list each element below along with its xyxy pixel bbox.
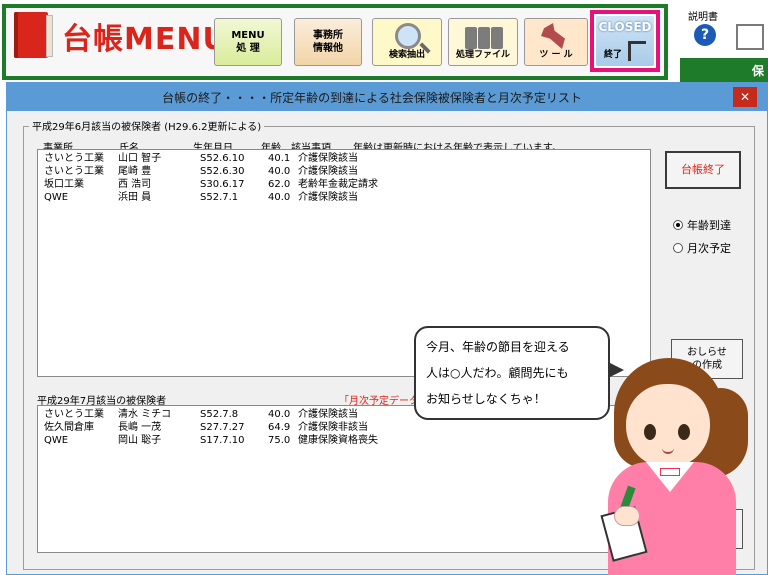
cell-birth: S52.6.30 [200,166,245,177]
cell-matter: 介護保険該当 [298,192,358,203]
speech-line-1: 今月、年齢の節目を迎える [426,340,570,354]
closed-text: CLOSED [598,20,652,34]
close-button[interactable]: ✕ [733,87,757,107]
cell-office: さいとう工業 [44,153,104,164]
radio-selected-icon [673,220,683,230]
radio-monthly-schedule[interactable]: 月次予定 [673,240,731,256]
tools-icon [541,23,565,49]
cell-age: 40.0 [268,409,291,420]
table-row[interactable]: QWE 岡山 聡子 S17.7.10 75.0 健康保険資格喪失 [38,434,650,447]
calendar-icon[interactable] [736,24,764,50]
ledger-book-icon [14,12,53,58]
cell-name: 尾崎 豊 [118,166,152,177]
cell-name: 山口 智子 [118,153,162,164]
exit-door-icon [628,41,646,61]
cell-age: 40.0 [268,192,291,203]
right-strip: 保 [680,58,768,82]
july-insured-list[interactable]: さいとう工業 清水 ミチコ S52.7.8 40.0 介護保険該当 佐久間倉庫 … [37,405,651,553]
radio-monthly-label: 月次予定 [687,242,731,255]
speech-line-2: 人は○人だわ。顧問先にも [426,366,569,380]
mascot-right-eye [678,424,690,440]
cell-birth: S17.7.10 [200,435,245,446]
table-row[interactable]: さいとう工業 尾崎 豊 S52.6.30 40.0 介護保険該当 [38,165,650,178]
end-ledger-button[interactable]: 台帳終了 [665,151,741,189]
cell-age: 75.0 [268,435,291,446]
manual-label: 説明書 [688,12,718,23]
exit-label: 終了 [604,50,623,60]
cell-birth: S52.6.10 [200,153,245,164]
app-title: 台帳MENU [62,22,228,57]
cell-age: 64.9 [268,422,291,433]
cell-name: 浜田 員 [118,192,152,203]
dialog-title: 台帳の終了・・・・所定年齢の到達による社会保険被保険者と月次予定リスト [162,91,582,105]
tools-button[interactable]: ツ ー ル [524,18,588,66]
office-lady-mascot [594,358,764,575]
magnifier-icon [395,23,421,49]
mascot-mouth [662,448,674,454]
cell-name: 清水 ミチコ [118,409,172,420]
process-files-button[interactable]: 処理ファイル [448,18,518,66]
mascot-ribbon [660,468,680,476]
process-files-label: 処理ファイル [455,50,510,60]
cell-office: QWE [44,435,69,446]
cell-birth: S30.6.17 [200,179,245,190]
menu-process-button[interactable]: MENU 処 理 [214,18,282,66]
cell-age: 62.0 [268,179,291,190]
june-group-label: 平成29年6月該当の被保険者 (H29.6.2更新による) [29,118,265,133]
mascot-face [626,384,710,468]
cell-birth: S52.7.1 [200,192,239,203]
speech-bubble: 今月、年齢の節目を迎える 人は○人だわ。顧問先にも お知らせしなくちゃ！ [414,326,624,420]
closed-exit-button[interactable]: CLOSED 終了 [590,10,660,72]
cell-matter: 介護保険非該当 [298,422,368,433]
office-info-button[interactable]: 事務所 情報他 [294,18,362,66]
table-row[interactable]: 佐久間倉庫 長嶋 一茂 S27.7.27 64.9 介護保険非該当 [38,421,650,434]
cell-office: QWE [44,192,69,203]
cell-matter: 介護保険該当 [298,166,358,177]
table-row[interactable]: さいとう工業 山口 智子 S52.6.10 40.1 介護保険該当 [38,152,650,165]
speech-line-3: お知らせしなくちゃ！ [426,392,546,406]
tools-label: ツ ー ル [539,50,573,60]
radio-age-label: 年齢到達 [687,219,731,232]
help-icon[interactable]: ? [694,24,716,46]
cell-matter: 介護保険該当 [298,153,358,164]
mascot-hand [614,506,640,526]
dialog-titlebar[interactable]: 台帳の終了・・・・所定年齢の到達による社会保険被保険者と月次予定リスト ✕ [7,83,767,111]
cell-office: 坂口工業 [44,179,84,190]
closed-exit-face: CLOSED 終了 [596,16,654,66]
mascot-left-eye [644,424,656,440]
radio-unselected-icon [673,243,683,253]
cell-name: 長嶋 一茂 [118,422,162,433]
search-extract-button[interactable]: 検索抽出 [372,18,442,66]
cell-name: 西 浩司 [118,179,152,190]
cell-name: 岡山 聡子 [118,435,162,446]
app-toolbar: 台帳MENU MENU 処 理 事務所 情報他 検索抽出 処理ファイル ツ ー … [0,0,768,82]
cell-office: 佐久間倉庫 [44,422,94,433]
cell-matter: 健康保険資格喪失 [298,435,378,446]
table-row[interactable]: QWE 浜田 員 S52.7.1 40.0 介護保険該当 [38,191,650,204]
cell-age: 40.1 [268,153,291,164]
cell-matter: 老齢年金裁定請求 [298,179,378,190]
cell-matter: 介護保険該当 [298,409,358,420]
table-row[interactable]: 坂口工業 西 浩司 S30.6.17 62.0 老齢年金裁定請求 [38,178,650,191]
radio-age-reached[interactable]: 年齢到達 [673,217,731,233]
cell-age: 40.0 [268,166,291,177]
cell-birth: S52.7.8 [200,409,239,420]
cell-birth: S27.7.27 [200,422,245,433]
binder-icon [465,23,503,49]
cell-office: さいとう工業 [44,409,104,420]
cell-office: さいとう工業 [44,166,104,177]
search-extract-label: 検索抽出 [388,50,425,60]
